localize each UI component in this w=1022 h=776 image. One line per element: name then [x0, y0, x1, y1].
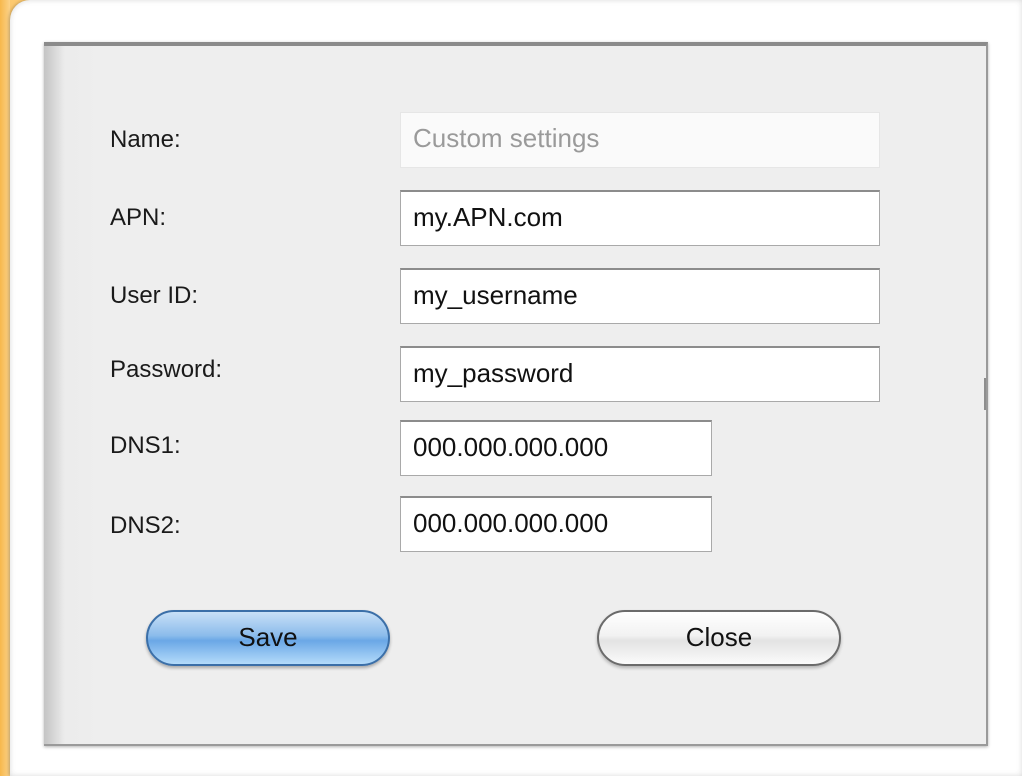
dns1-field[interactable]: 000.000.000.000 — [400, 420, 712, 476]
dns2-field[interactable]: 000.000.000.000 — [400, 496, 712, 552]
name-label: Name: — [110, 126, 181, 153]
apn-label: APN: — [110, 204, 167, 231]
dns1-label: DNS1: — [110, 432, 181, 459]
user-id-field[interactable]: my_username — [400, 268, 880, 324]
background-strip — [0, 0, 10, 776]
dialog-shadow — [44, 46, 64, 744]
resize-handle[interactable] — [984, 378, 986, 410]
password-field[interactable]: my_password — [400, 346, 880, 402]
save-button[interactable]: Save — [146, 610, 390, 666]
user-id-label: User ID: — [110, 282, 199, 309]
name-field: Custom settings — [400, 112, 880, 168]
dns2-label: DNS2: — [110, 512, 181, 539]
password-label: Password: — [110, 356, 223, 383]
close-button[interactable]: Close — [597, 610, 841, 666]
apn-field[interactable]: my.APN.com — [400, 190, 880, 246]
